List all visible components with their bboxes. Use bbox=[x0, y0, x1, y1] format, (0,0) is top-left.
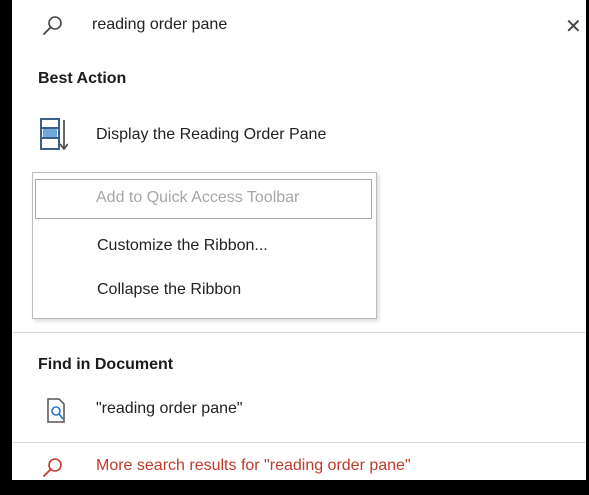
customize-ribbon-item[interactable]: Customize the Ribbon... bbox=[33, 227, 376, 267]
add-to-quick-access-toolbar-item[interactable]: Add to Quick Access Toolbar bbox=[35, 179, 372, 219]
reading-order-pane-icon bbox=[40, 118, 69, 157]
best-action-item[interactable]: Display the Reading Order Pane bbox=[12, 116, 586, 156]
search-icon bbox=[42, 457, 64, 480]
find-in-document-item[interactable]: "reading order pane" bbox=[12, 390, 586, 430]
menu-item-label: Add to Quick Access Toolbar bbox=[96, 189, 300, 206]
divider bbox=[12, 442, 586, 443]
collapse-ribbon-item[interactable]: Collapse the Ribbon bbox=[33, 271, 376, 311]
search-input[interactable]: reading order pane bbox=[92, 16, 227, 34]
find-in-document-heading: Find in Document bbox=[38, 356, 174, 373]
find-in-document-label: "reading order pane" bbox=[96, 400, 243, 417]
context-menu: Add to Quick Access Toolbar Customize th… bbox=[32, 172, 377, 319]
best-action-label: Display the Reading Order Pane bbox=[96, 126, 327, 143]
menu-item-label: Customize the Ribbon... bbox=[97, 237, 268, 254]
divider bbox=[12, 332, 586, 333]
search-bar[interactable]: reading order pane ✕ bbox=[12, 0, 586, 52]
close-icon[interactable]: ✕ bbox=[565, 14, 582, 39]
search-icon bbox=[42, 15, 64, 37]
search-results-panel: reading order pane ✕ Best Action Display… bbox=[12, 0, 586, 480]
best-action-heading: Best Action bbox=[38, 70, 127, 87]
menu-item-label: Collapse the Ribbon bbox=[97, 281, 242, 298]
more-search-results-link[interactable]: More search results for "reading order p… bbox=[12, 447, 586, 480]
find-document-icon bbox=[46, 398, 68, 429]
more-search-results-label: More search results for "reading order p… bbox=[96, 457, 411, 474]
